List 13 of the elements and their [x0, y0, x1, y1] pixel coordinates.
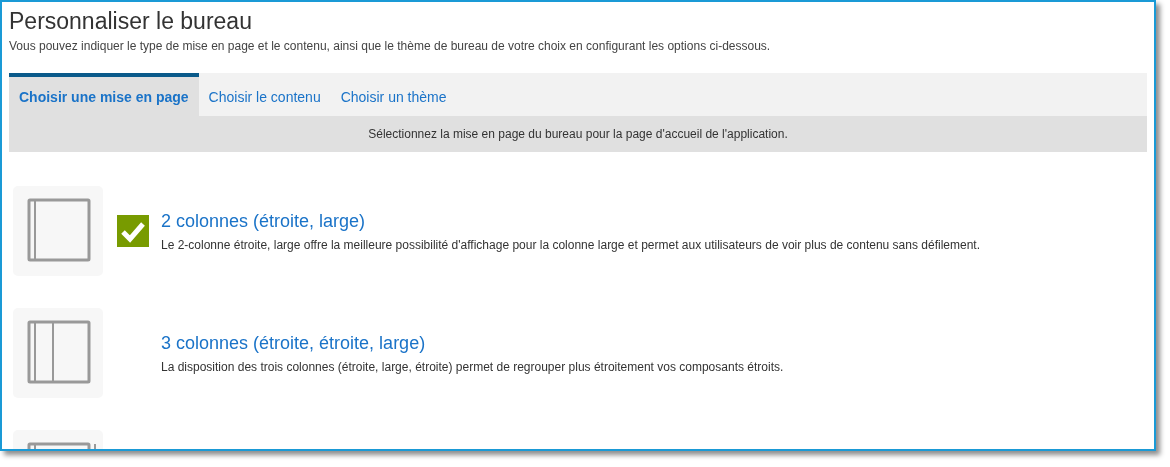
- layout-description: Le 2-colonne étroite, large offre la meilleure possibilité d'affichage pour la colonne large et permet aux utilisateurs de voir plus de contenu sans défilement.: [161, 237, 980, 252]
- layout-description: La disposition des trois colonnes (étroite, large, étroite) permet de regrouper plus étroitement vos composants étroits.: [161, 359, 784, 374]
- layout-title[interactable]: 2 colonnes (étroite, large): [161, 210, 980, 232]
- layout-icon[interactable]: [13, 308, 103, 398]
- page-description: Vous pouvez indiquer le type de mise en page et le contenu, ainsi que le thème de bureau de votre choix en configurant les options ci-dessous.: [9, 39, 772, 53]
- layout-icon[interactable]: [13, 186, 103, 276]
- page-title: Personnaliser le bureau: [9, 8, 253, 35]
- tab[interactable]: Choisir un thème: [330, 73, 457, 116]
- checkbox-checked-icon[interactable]: [117, 215, 149, 247]
- layout-title[interactable]: 3 colonnes (étroite, étroite, large): [161, 332, 784, 354]
- tab[interactable]: Choisir le contenu: [198, 73, 331, 116]
- tab[interactable]: Choisir une mise en page: [9, 73, 199, 116]
- notice-text: Sélectionnez la mise en page du bureau pour la page d'accueil de l'application.: [368, 127, 788, 141]
